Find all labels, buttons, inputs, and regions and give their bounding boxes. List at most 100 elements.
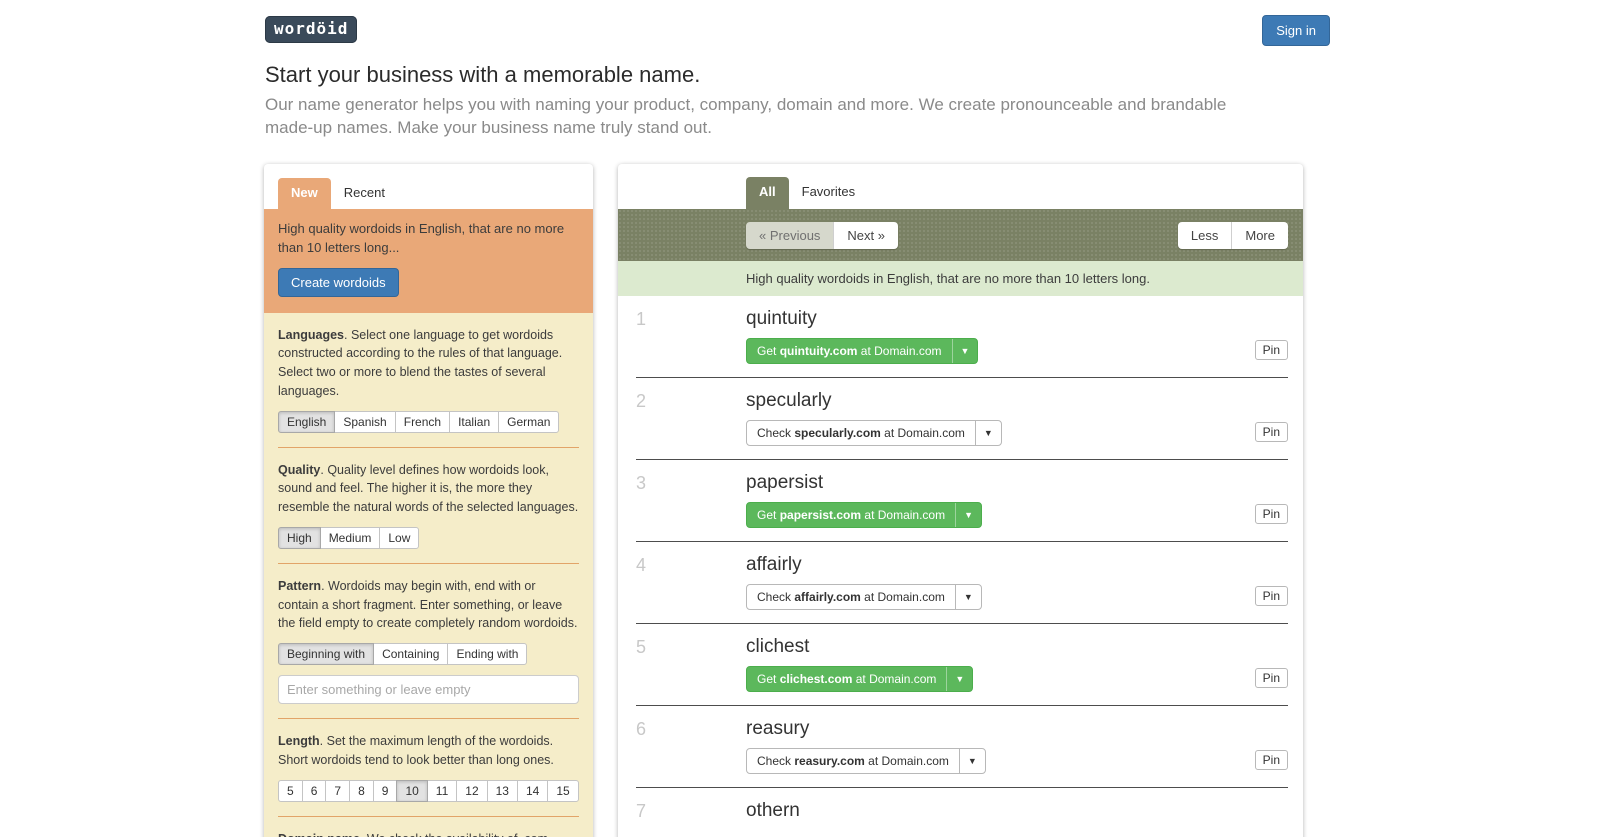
row-action: Get quintuity.com at Domain.com ▼ bbox=[746, 338, 1303, 364]
pattern-containing[interactable]: Containing bbox=[373, 643, 448, 665]
pattern-section: Pattern. Wordoids may begin with, end wi… bbox=[264, 564, 593, 718]
pin-button[interactable]: Pin bbox=[1255, 340, 1288, 360]
tab-all[interactable]: All bbox=[746, 177, 789, 209]
get-domain-button[interactable]: Get clichest.com at Domain.com ▼ bbox=[746, 666, 973, 692]
languages-section: Languages. Select one language to get wo… bbox=[264, 313, 593, 447]
sign-in-button[interactable]: Sign in bbox=[1262, 15, 1330, 46]
length-11[interactable]: 11 bbox=[427, 780, 457, 802]
length-options: 5 6 7 8 9 10 11 12 13 14 15 bbox=[278, 780, 579, 802]
length-10[interactable]: 10 bbox=[396, 780, 427, 802]
length-14[interactable]: 14 bbox=[517, 780, 548, 802]
language-spanish[interactable]: Spanish bbox=[334, 411, 395, 433]
length-9[interactable]: 9 bbox=[373, 780, 398, 802]
caret-down-icon[interactable]: ▼ bbox=[955, 503, 981, 527]
pin-button[interactable]: Pin bbox=[1255, 504, 1288, 524]
row-action: Get papersist.com at Domain.com ▼ bbox=[746, 502, 1303, 528]
wordoid-row: 5 clichest Get clichest.com at Domain.co… bbox=[618, 624, 1303, 706]
domain-description: Domain name. We check the availability o… bbox=[278, 830, 579, 837]
page-subtitle: Our name generator helps you with naming… bbox=[265, 94, 1270, 139]
length-6[interactable]: 6 bbox=[302, 780, 327, 802]
filter-note: High quality wordoids in English, that a… bbox=[618, 261, 1303, 296]
wordoid-name: othern bbox=[746, 788, 1303, 822]
caret-down-icon[interactable]: ▼ bbox=[975, 421, 1001, 445]
page-title: Start your business with a memorable nam… bbox=[265, 62, 700, 88]
languages-options: English Spanish French Italian German bbox=[278, 411, 559, 433]
pattern-input[interactable] bbox=[278, 675, 579, 704]
wordoid-row: 4 affairly Check affairly.com at Domain.… bbox=[618, 542, 1303, 624]
wordoid-row: 7 othern bbox=[618, 788, 1303, 837]
get-domain-button[interactable]: Get quintuity.com at Domain.com ▼ bbox=[746, 338, 978, 364]
generator-summary-box: High quality wordoids in English, that a… bbox=[264, 209, 593, 313]
wordoid-row: 3 papersist Get papersist.com at Domain.… bbox=[618, 460, 1303, 542]
language-english[interactable]: English bbox=[278, 411, 335, 433]
row-number: 6 bbox=[636, 719, 646, 740]
wordoid-name: quintuity bbox=[746, 296, 1303, 330]
pin-button[interactable]: Pin bbox=[1255, 422, 1288, 442]
wordoid-row: 2 specularly Check specularly.com at Dom… bbox=[618, 378, 1303, 460]
quality-description: Quality. Quality level defines how wordo… bbox=[278, 461, 579, 517]
language-italian[interactable]: Italian bbox=[449, 411, 499, 433]
length-7[interactable]: 7 bbox=[325, 780, 350, 802]
language-german[interactable]: German bbox=[498, 411, 559, 433]
length-description: Length. Set the maximum length of the wo… bbox=[278, 732, 579, 770]
length-12[interactable]: 12 bbox=[456, 780, 487, 802]
domain-section: Domain name. We check the availability o… bbox=[264, 817, 593, 837]
wordoid-name: specularly bbox=[746, 378, 1303, 412]
row-action: Check reasury.com at Domain.com ▼ bbox=[746, 748, 1303, 774]
length-section: Length. Set the maximum length of the wo… bbox=[264, 719, 593, 816]
tab-recent[interactable]: Recent bbox=[331, 178, 398, 209]
length-15[interactable]: 15 bbox=[547, 780, 578, 802]
pattern-ending-with[interactable]: Ending with bbox=[447, 643, 527, 665]
wordoid-logo[interactable]: wordöid bbox=[265, 16, 357, 43]
tab-new[interactable]: New bbox=[278, 178, 331, 209]
caret-down-icon[interactable]: ▼ bbox=[955, 585, 981, 609]
languages-description: Languages. Select one language to get wo… bbox=[278, 326, 579, 401]
wordoid-row: 1 quintuity Get quintuity.com at Domain.… bbox=[618, 296, 1303, 378]
check-domain-button[interactable]: Check specularly.com at Domain.com ▼ bbox=[746, 420, 1002, 446]
length-13[interactable]: 13 bbox=[487, 780, 518, 802]
quality-low[interactable]: Low bbox=[379, 527, 419, 549]
check-domain-button[interactable]: Check reasury.com at Domain.com ▼ bbox=[746, 748, 986, 774]
tab-favorites[interactable]: Favorites bbox=[789, 177, 868, 209]
results-toolbar: « Previous Next » Less More bbox=[618, 209, 1303, 261]
wordoid-name: reasury bbox=[746, 706, 1303, 740]
row-action: Check affairly.com at Domain.com ▼ bbox=[746, 584, 1303, 610]
get-domain-button[interactable]: Get papersist.com at Domain.com ▼ bbox=[746, 502, 982, 528]
previous-button[interactable]: « Previous bbox=[746, 222, 833, 249]
pin-button[interactable]: Pin bbox=[1255, 586, 1288, 606]
row-number: 4 bbox=[636, 555, 646, 576]
row-action: Check specularly.com at Domain.com ▼ bbox=[746, 420, 1303, 446]
caret-down-icon[interactable]: ▼ bbox=[952, 339, 978, 363]
density-group: Less More bbox=[1178, 222, 1288, 249]
next-button[interactable]: Next » bbox=[833, 222, 898, 249]
length-5[interactable]: 5 bbox=[278, 780, 303, 802]
pattern-description: Pattern. Wordoids may begin with, end wi… bbox=[278, 577, 579, 633]
more-button[interactable]: More bbox=[1231, 222, 1288, 249]
caret-down-icon[interactable]: ▼ bbox=[959, 749, 985, 773]
wordoid-row: 6 reasury Check reasury.com at Domain.co… bbox=[618, 706, 1303, 788]
row-number: 3 bbox=[636, 473, 646, 494]
wordoid-name: affairly bbox=[746, 542, 1303, 576]
pattern-options: Beginning with Containing Ending with bbox=[278, 643, 527, 665]
wordoid-name: papersist bbox=[746, 460, 1303, 494]
pin-button[interactable]: Pin bbox=[1255, 668, 1288, 688]
row-action: Get clichest.com at Domain.com ▼ bbox=[746, 666, 1303, 692]
caret-down-icon[interactable]: ▼ bbox=[946, 667, 972, 691]
check-domain-button[interactable]: Check affairly.com at Domain.com ▼ bbox=[746, 584, 982, 610]
pin-button[interactable]: Pin bbox=[1255, 750, 1288, 770]
length-8[interactable]: 8 bbox=[349, 780, 374, 802]
wordoid-name: clichest bbox=[746, 624, 1303, 658]
pattern-beginning-with[interactable]: Beginning with bbox=[278, 643, 374, 665]
logo-text: wordöid bbox=[274, 19, 348, 38]
less-button[interactable]: Less bbox=[1178, 222, 1231, 249]
row-number: 5 bbox=[636, 637, 646, 658]
pagination-group: « Previous Next » bbox=[746, 222, 898, 249]
quality-high[interactable]: High bbox=[278, 527, 321, 549]
row-number: 2 bbox=[636, 391, 646, 412]
quality-medium[interactable]: Medium bbox=[320, 527, 381, 549]
language-french[interactable]: French bbox=[395, 411, 450, 433]
generator-summary-text: High quality wordoids in English, that a… bbox=[278, 220, 579, 258]
results-panel: All Favorites « Previous Next » Less Mor… bbox=[618, 164, 1303, 837]
create-wordoids-button[interactable]: Create wordoids bbox=[278, 268, 399, 297]
row-number: 1 bbox=[636, 309, 646, 330]
